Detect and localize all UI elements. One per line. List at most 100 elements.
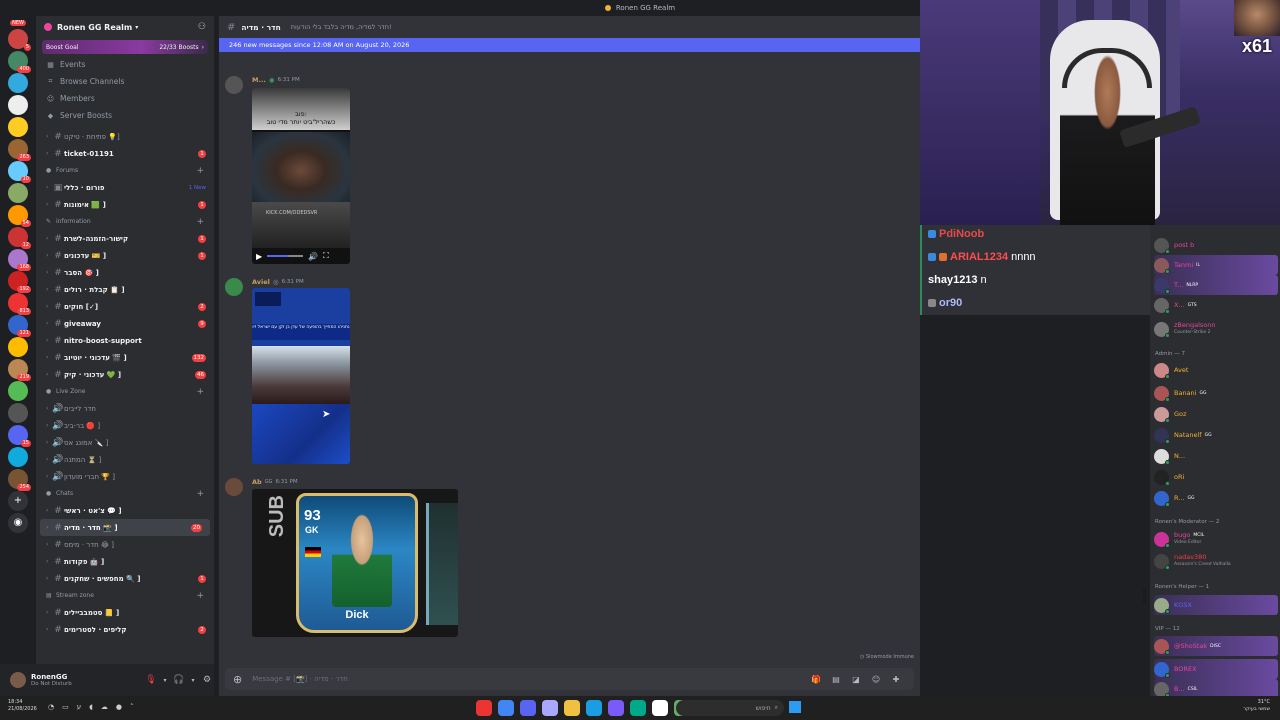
video-embed[interactable]: פוב: כשהריל'ביט יותר מדי טוב KICK.COM/OD… xyxy=(252,88,350,264)
channel-item[interactable]: › # ticket-01191 1 xyxy=(36,145,214,162)
channel-item[interactable]: › 🔊 אמונג אס 🔪 ] xyxy=(36,434,214,451)
member-item[interactable]: Banani GG xyxy=(1154,383,1278,403)
member-item[interactable]: R... GG xyxy=(1154,488,1278,508)
headphones-muted-icon[interactable]: 🎧 xyxy=(172,675,186,685)
server-icon[interactable]: 10 xyxy=(8,161,31,183)
channel-item[interactable]: › # מחפשים · שחקנים 🔍 ] 1 xyxy=(36,570,214,587)
member-item[interactable]: oRi xyxy=(1154,467,1278,487)
video-embed[interactable]: נתניהו המחייך בהופעה של עדן בן זקן עם יש… xyxy=(252,288,350,464)
channel-item[interactable]: › # קליפים · לסטרימים 2 xyxy=(36,621,214,638)
gif-icon[interactable]: ▤ xyxy=(826,675,846,684)
message-input[interactable]: Message # [📸] · חדר · מדיה xyxy=(252,675,806,683)
channel-topic[interactable]: חדר למדיה, מדיה בלבד בלי הודעות! xyxy=(291,23,392,31)
image-embed[interactable]: SUB 93 GK Dick xyxy=(252,489,458,637)
nav-browse-channels[interactable]: ⌗ Browse Channels xyxy=(36,73,214,90)
taskbar-app-icon[interactable] xyxy=(498,700,514,716)
message-composer[interactable]: ⊕ Message # [📸] · חדר · מדיה 🎁 ▤ ◪ ☺ ✚ xyxy=(225,668,914,690)
volume-icon[interactable]: 🔊 xyxy=(308,252,318,261)
channel-item[interactable]: › # הסבר 🎯 ] xyxy=(36,264,214,281)
boost-goal-bar[interactable]: Boost Goal 22/33 Boosts › xyxy=(42,40,208,54)
server-icon[interactable] xyxy=(8,183,28,203)
category-header[interactable]: ● Chats + xyxy=(36,485,214,502)
add-attachment-icon[interactable]: ⊕ xyxy=(233,673,242,686)
member-item[interactable]: bugo MCIL Video Editor xyxy=(1154,529,1278,549)
member-item[interactable]: Avet xyxy=(1154,360,1278,380)
avatar[interactable] xyxy=(225,478,243,496)
taskbar-app-icon[interactable] xyxy=(652,700,668,716)
apps-icon[interactable]: ✚ xyxy=(886,675,906,684)
chevron-down-icon[interactable]: ▾ xyxy=(186,677,200,684)
channel-item[interactable]: › # חדר · מדיה 📸 ] 20 xyxy=(40,519,210,536)
emoji-icon[interactable]: ☺ xyxy=(866,675,886,684)
server-icon[interactable]: 400 xyxy=(8,51,31,73)
taskbar-app-icon[interactable] xyxy=(564,700,580,716)
message-author[interactable]: M... xyxy=(252,76,266,84)
volume-icon[interactable]: ◖ xyxy=(89,703,93,711)
server-icon[interactable] xyxy=(8,381,28,401)
avatar[interactable] xyxy=(10,672,26,688)
server-icon[interactable]: 15 xyxy=(8,425,31,447)
gear-icon[interactable]: ⚙ xyxy=(200,675,214,685)
taskbar-app-icon[interactable] xyxy=(630,700,646,716)
channel-item[interactable]: › # nitro-boost-support xyxy=(36,332,214,349)
gift-icon[interactable]: 🎁 xyxy=(806,675,826,684)
member-item[interactable]: Goz xyxy=(1154,404,1278,424)
category-header[interactable]: ▤ Stream zone + xyxy=(36,587,214,604)
channel-item[interactable]: › 🔊 המתנה ⏳ ] xyxy=(36,451,214,468)
server-icon[interactable]: 192 xyxy=(8,271,31,293)
channel-item[interactable]: › 🔊 בר-ביב 🔴 ] xyxy=(36,417,214,434)
channel-item[interactable]: › # עדכונים 🎫 ] 1 xyxy=(36,247,214,264)
create-channel-icon[interactable]: + xyxy=(196,166,204,176)
message-author[interactable]: Aviel xyxy=(252,278,270,286)
server-icon[interactable]: 813 xyxy=(8,293,31,315)
discover-icon[interactable]: ◉ xyxy=(8,513,28,533)
member-item[interactable]: @ShoStak DISC xyxy=(1154,636,1278,656)
nav-members[interactable]: ☺ Members xyxy=(36,90,214,107)
weather-widget[interactable]: 31°C שמשי בעיקר xyxy=(1243,699,1270,713)
taskbar-app-icon[interactable] xyxy=(608,700,624,716)
avatar[interactable] xyxy=(225,278,243,296)
channel-item[interactable]: › 🔊 חברי מועדון 🏆 ] xyxy=(36,468,214,485)
tray-app-icon[interactable]: ● xyxy=(116,703,122,711)
create-channel-icon[interactable]: + xyxy=(196,217,204,227)
taskbar-clock[interactable]: 18:34 21/08/2026 xyxy=(8,699,37,713)
server-icon[interactable] xyxy=(8,447,28,467)
member-item[interactable]: T... NLRP xyxy=(1154,275,1278,295)
taskbar-search[interactable]: חיפוש ⌕ xyxy=(676,700,784,716)
battery-icon[interactable]: ▭ xyxy=(62,703,69,711)
taskbar-app-icon[interactable] xyxy=(586,700,602,716)
guild-header[interactable]: Ronen GG Realm ▾ ⚇ xyxy=(36,16,214,38)
create-channel-icon[interactable]: + xyxy=(196,489,204,499)
language-icon[interactable]: ע xyxy=(77,703,81,711)
member-item[interactable]: Natanelf GG xyxy=(1154,425,1278,445)
server-icon[interactable]: 168 xyxy=(8,249,31,271)
server-icon[interactable]: 263 xyxy=(8,139,31,161)
add-user-icon[interactable]: ⚇ xyxy=(198,22,206,32)
add-server-icon[interactable]: + xyxy=(8,491,28,511)
member-item[interactable]: post b xyxy=(1154,235,1278,255)
channel-item[interactable]: › # חדר · מימס 😂 ] xyxy=(36,536,214,553)
channel-item[interactable]: › # קבלת · רולים 📋 ] xyxy=(36,281,214,298)
video-progress[interactable] xyxy=(267,255,304,257)
member-item[interactable]: KGSX xyxy=(1154,595,1278,615)
server-icon[interactable] xyxy=(8,73,28,93)
member-item[interactable]: nadav380 Assassin's Creed Valhalla xyxy=(1154,551,1278,571)
taskbar-app-icon[interactable] xyxy=(542,700,558,716)
category-header[interactable]: ✎ information + xyxy=(36,213,214,230)
member-item[interactable]: zBengalsonn Counter-Strike 2 xyxy=(1154,319,1278,339)
fullscreen-icon[interactable]: ⛶ xyxy=(323,251,329,261)
server-icon[interactable] xyxy=(8,337,28,357)
nav-events[interactable]: ▦ Events xyxy=(36,56,214,73)
category-header[interactable]: ● Live Zone + xyxy=(36,383,214,400)
server-icon[interactable]: 121 xyxy=(8,315,31,337)
sticker-icon[interactable]: ◪ xyxy=(846,675,866,684)
play-icon[interactable]: ▶ xyxy=(256,252,262,261)
channel-item[interactable]: › # פתיחת · טיקט 💡] xyxy=(36,128,214,145)
member-item[interactable]: N... xyxy=(1154,446,1278,466)
server-icon[interactable] xyxy=(8,117,28,137)
channel-item[interactable]: › # עדכוני · קיק 💚 ] 46 xyxy=(36,366,214,383)
chevron-up-icon[interactable]: ˄ xyxy=(130,703,134,711)
channel-item[interactable]: › # אימונות 🟩 ] 1 xyxy=(36,196,214,213)
new-messages-bar[interactable]: 246 new messages since 12:08 AM on Augus… xyxy=(219,38,920,52)
member-item[interactable]: BOREX xyxy=(1154,659,1278,679)
